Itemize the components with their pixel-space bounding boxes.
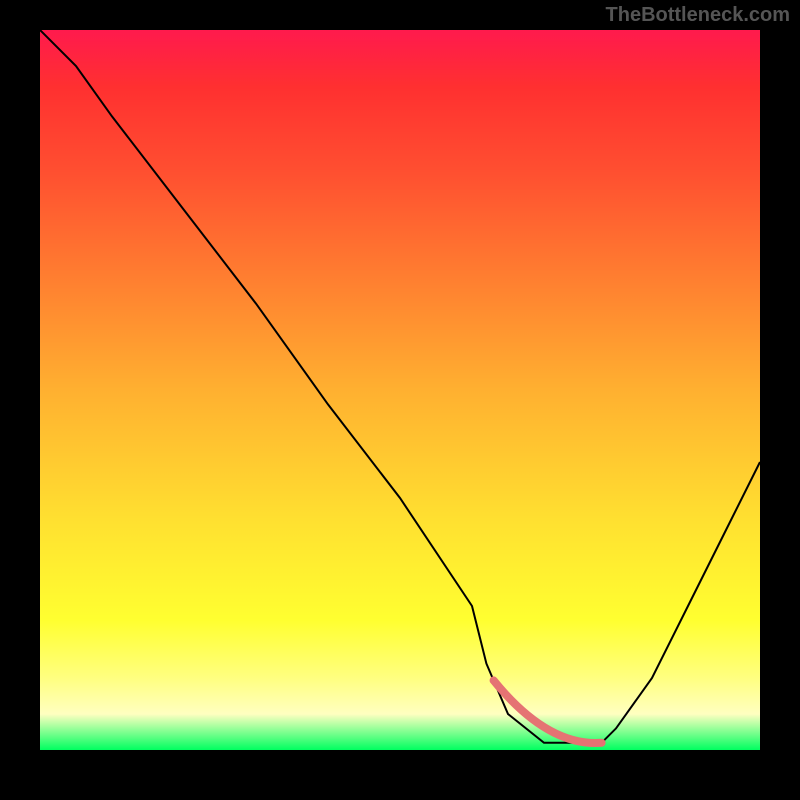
optimal-zone-marker — [494, 680, 602, 743]
plot-area — [40, 30, 760, 750]
watermark-text: TheBottleneck.com — [606, 4, 790, 27]
chart-svg — [40, 30, 760, 750]
bottleneck-curve-line — [40, 30, 760, 743]
